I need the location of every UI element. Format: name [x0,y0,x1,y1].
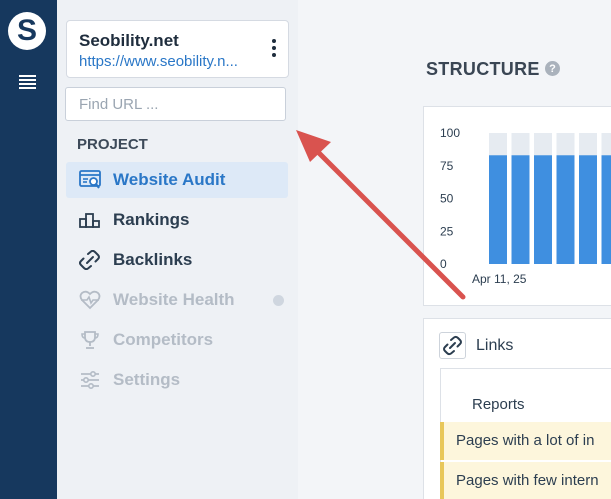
rankings-icon [79,213,100,228]
sidebar-item-label: Settings [113,370,181,389]
hamburger-menu-icon[interactable] [19,75,36,89]
backlinks-icon [79,250,100,270]
y-tick-label: 0 [440,257,447,271]
more-options-icon[interactable] [272,39,276,57]
website-audit-icon [79,170,101,189]
bar[interactable] [556,155,575,264]
report-row-label: Pages with few intern [456,472,599,489]
sidebar-item-competitors[interactable]: Competitors [66,322,288,358]
bar[interactable] [511,155,530,264]
project-name: Seobility.net [79,31,179,50]
trophy-icon [81,331,99,349]
sidebar-item-label: Website Health [113,290,235,309]
report-row[interactable]: Pages with a lot of in [440,422,611,460]
y-tick-label: 50 [440,192,454,206]
links-icon [439,332,466,359]
reports-header: Reports [472,396,525,413]
sidebar-item-backlinks[interactable]: Backlinks [66,242,288,278]
app-rail: S [0,0,57,499]
structure-bar-chart: 100 75 50 25 0 Apr 11, 25 [440,126,611,286]
sidebar-item-website-health[interactable]: Website Health [66,282,288,318]
links-card: Links Reports Pages with a lot of in Pag… [423,318,611,499]
main-content: STRUCTURE ? 100 75 50 25 0 Apr 11, 25 Links R… [298,0,611,499]
bar[interactable] [579,155,597,264]
help-icon[interactable]: ? [545,61,560,76]
sidebar-item-label: Website Audit [113,170,226,189]
page-title: STRUCTURE [426,59,540,79]
report-row-label: Pages with a lot of in [456,432,595,449]
sidebar-item-label: Rankings [113,210,190,229]
bar[interactable] [534,155,552,264]
bar[interactable] [489,155,507,264]
status-dot [273,295,284,306]
y-tick-label: 75 [440,159,454,173]
sidebar: Seobility.net https://www.seobility.n...… [57,0,299,499]
structure-chart-card: 100 75 50 25 0 Apr 11, 25 [423,106,611,306]
project-url: https://www.seobility.n... [79,53,238,70]
sidebar-item-settings[interactable]: Settings [66,362,288,398]
y-tick-label: 100 [440,126,460,140]
heart-pulse-icon [79,290,101,310]
sidebar-item-label: Backlinks [113,250,193,269]
sidebar-item-rankings[interactable]: Rankings [66,202,288,238]
links-title: Links [476,337,514,354]
y-tick-label: 25 [440,224,454,238]
sidebar-item-website-audit[interactable]: Website Audit [66,162,288,198]
nav-section-label: PROJECT [77,136,148,153]
seobility-logo[interactable]: S [8,12,46,50]
sliders-icon [81,370,99,390]
find-url-input[interactable] [65,87,286,121]
bar[interactable] [601,155,611,264]
sidebar-item-label: Competitors [113,330,214,349]
report-row[interactable]: Pages with few intern [440,462,611,499]
x-tick-label: Apr 11, 25 [472,272,527,286]
project-selector[interactable]: Seobility.net https://www.seobility.n... [66,20,289,78]
